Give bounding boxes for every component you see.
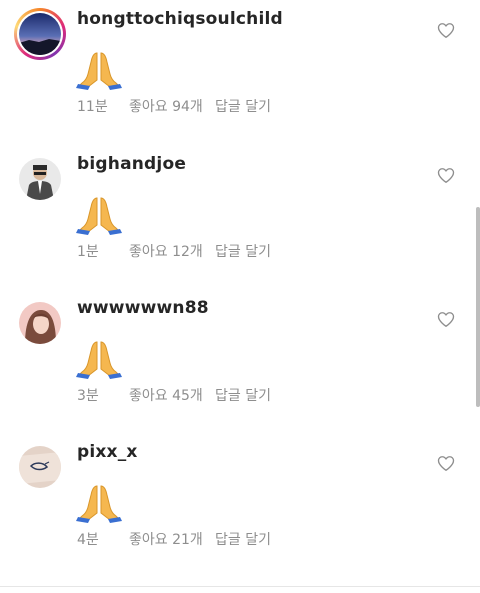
comment-username[interactable]: hongttochiqsoulchild (77, 9, 283, 29)
reply-button[interactable]: 답글 달기 (215, 241, 271, 261)
reply-button[interactable]: 답글 달기 (215, 96, 271, 116)
folded-hands-emoji (76, 50, 122, 90)
heart-icon[interactable] (437, 455, 455, 472)
comment-meta: 11분 좋아요 94개 답글 달기 (77, 96, 271, 116)
heart-icon[interactable] (437, 167, 455, 184)
avatar-wrap[interactable] (14, 297, 66, 349)
comment-item: bighandjoe 1분 좋아요 12개 답글 달기 (0, 145, 480, 285)
heart-icon[interactable] (437, 22, 455, 39)
comment-meta: 1분 좋아요 12개 답글 달기 (77, 241, 271, 261)
divider (0, 586, 480, 587)
reply-button[interactable]: 답글 달기 (215, 529, 271, 549)
avatar (19, 446, 61, 488)
comment-username[interactable]: bighandjoe (77, 154, 186, 174)
comment-likes[interactable]: 좋아요 94개 (129, 96, 215, 116)
comment-meta: 3분 좋아요 45개 답글 달기 (77, 385, 271, 405)
comment-username[interactable]: pixx_x (77, 442, 138, 462)
comment-item: pixx_x 4분 좋아요 21개 답글 달기 (0, 433, 480, 573)
comment-time: 1분 (77, 244, 99, 260)
comment-likes[interactable]: 좋아요 45개 (129, 385, 215, 405)
comment-meta: 4분 좋아요 21개 답글 달기 (77, 529, 271, 549)
comment-likes[interactable]: 좋아요 12개 (129, 241, 215, 261)
comment-username[interactable]: wwwwwwn88 (77, 298, 209, 318)
avatar-wrap[interactable] (14, 153, 66, 205)
folded-hands-emoji (76, 339, 122, 379)
heart-icon[interactable] (437, 311, 455, 328)
avatar (19, 302, 61, 344)
folded-hands-emoji (76, 483, 122, 523)
comment-time: 11분 (77, 99, 108, 115)
comment-likes[interactable]: 좋아요 21개 (129, 529, 215, 549)
story-ring[interactable] (14, 8, 66, 60)
comment-time: 3분 (77, 388, 99, 404)
avatar (19, 158, 61, 200)
avatar-wrap[interactable] (14, 441, 66, 493)
scrollbar[interactable] (476, 207, 480, 407)
avatar (19, 13, 61, 55)
comment-item: wwwwwwn88 3분 좋아요 45개 답글 달기 (0, 289, 480, 429)
folded-hands-emoji (76, 195, 122, 235)
comment-time: 4분 (77, 532, 99, 548)
reply-button[interactable]: 답글 달기 (215, 385, 271, 405)
comment-item: hongttochiqsoulchild 11분 좋아요 94개 답글 달기 (0, 0, 480, 140)
